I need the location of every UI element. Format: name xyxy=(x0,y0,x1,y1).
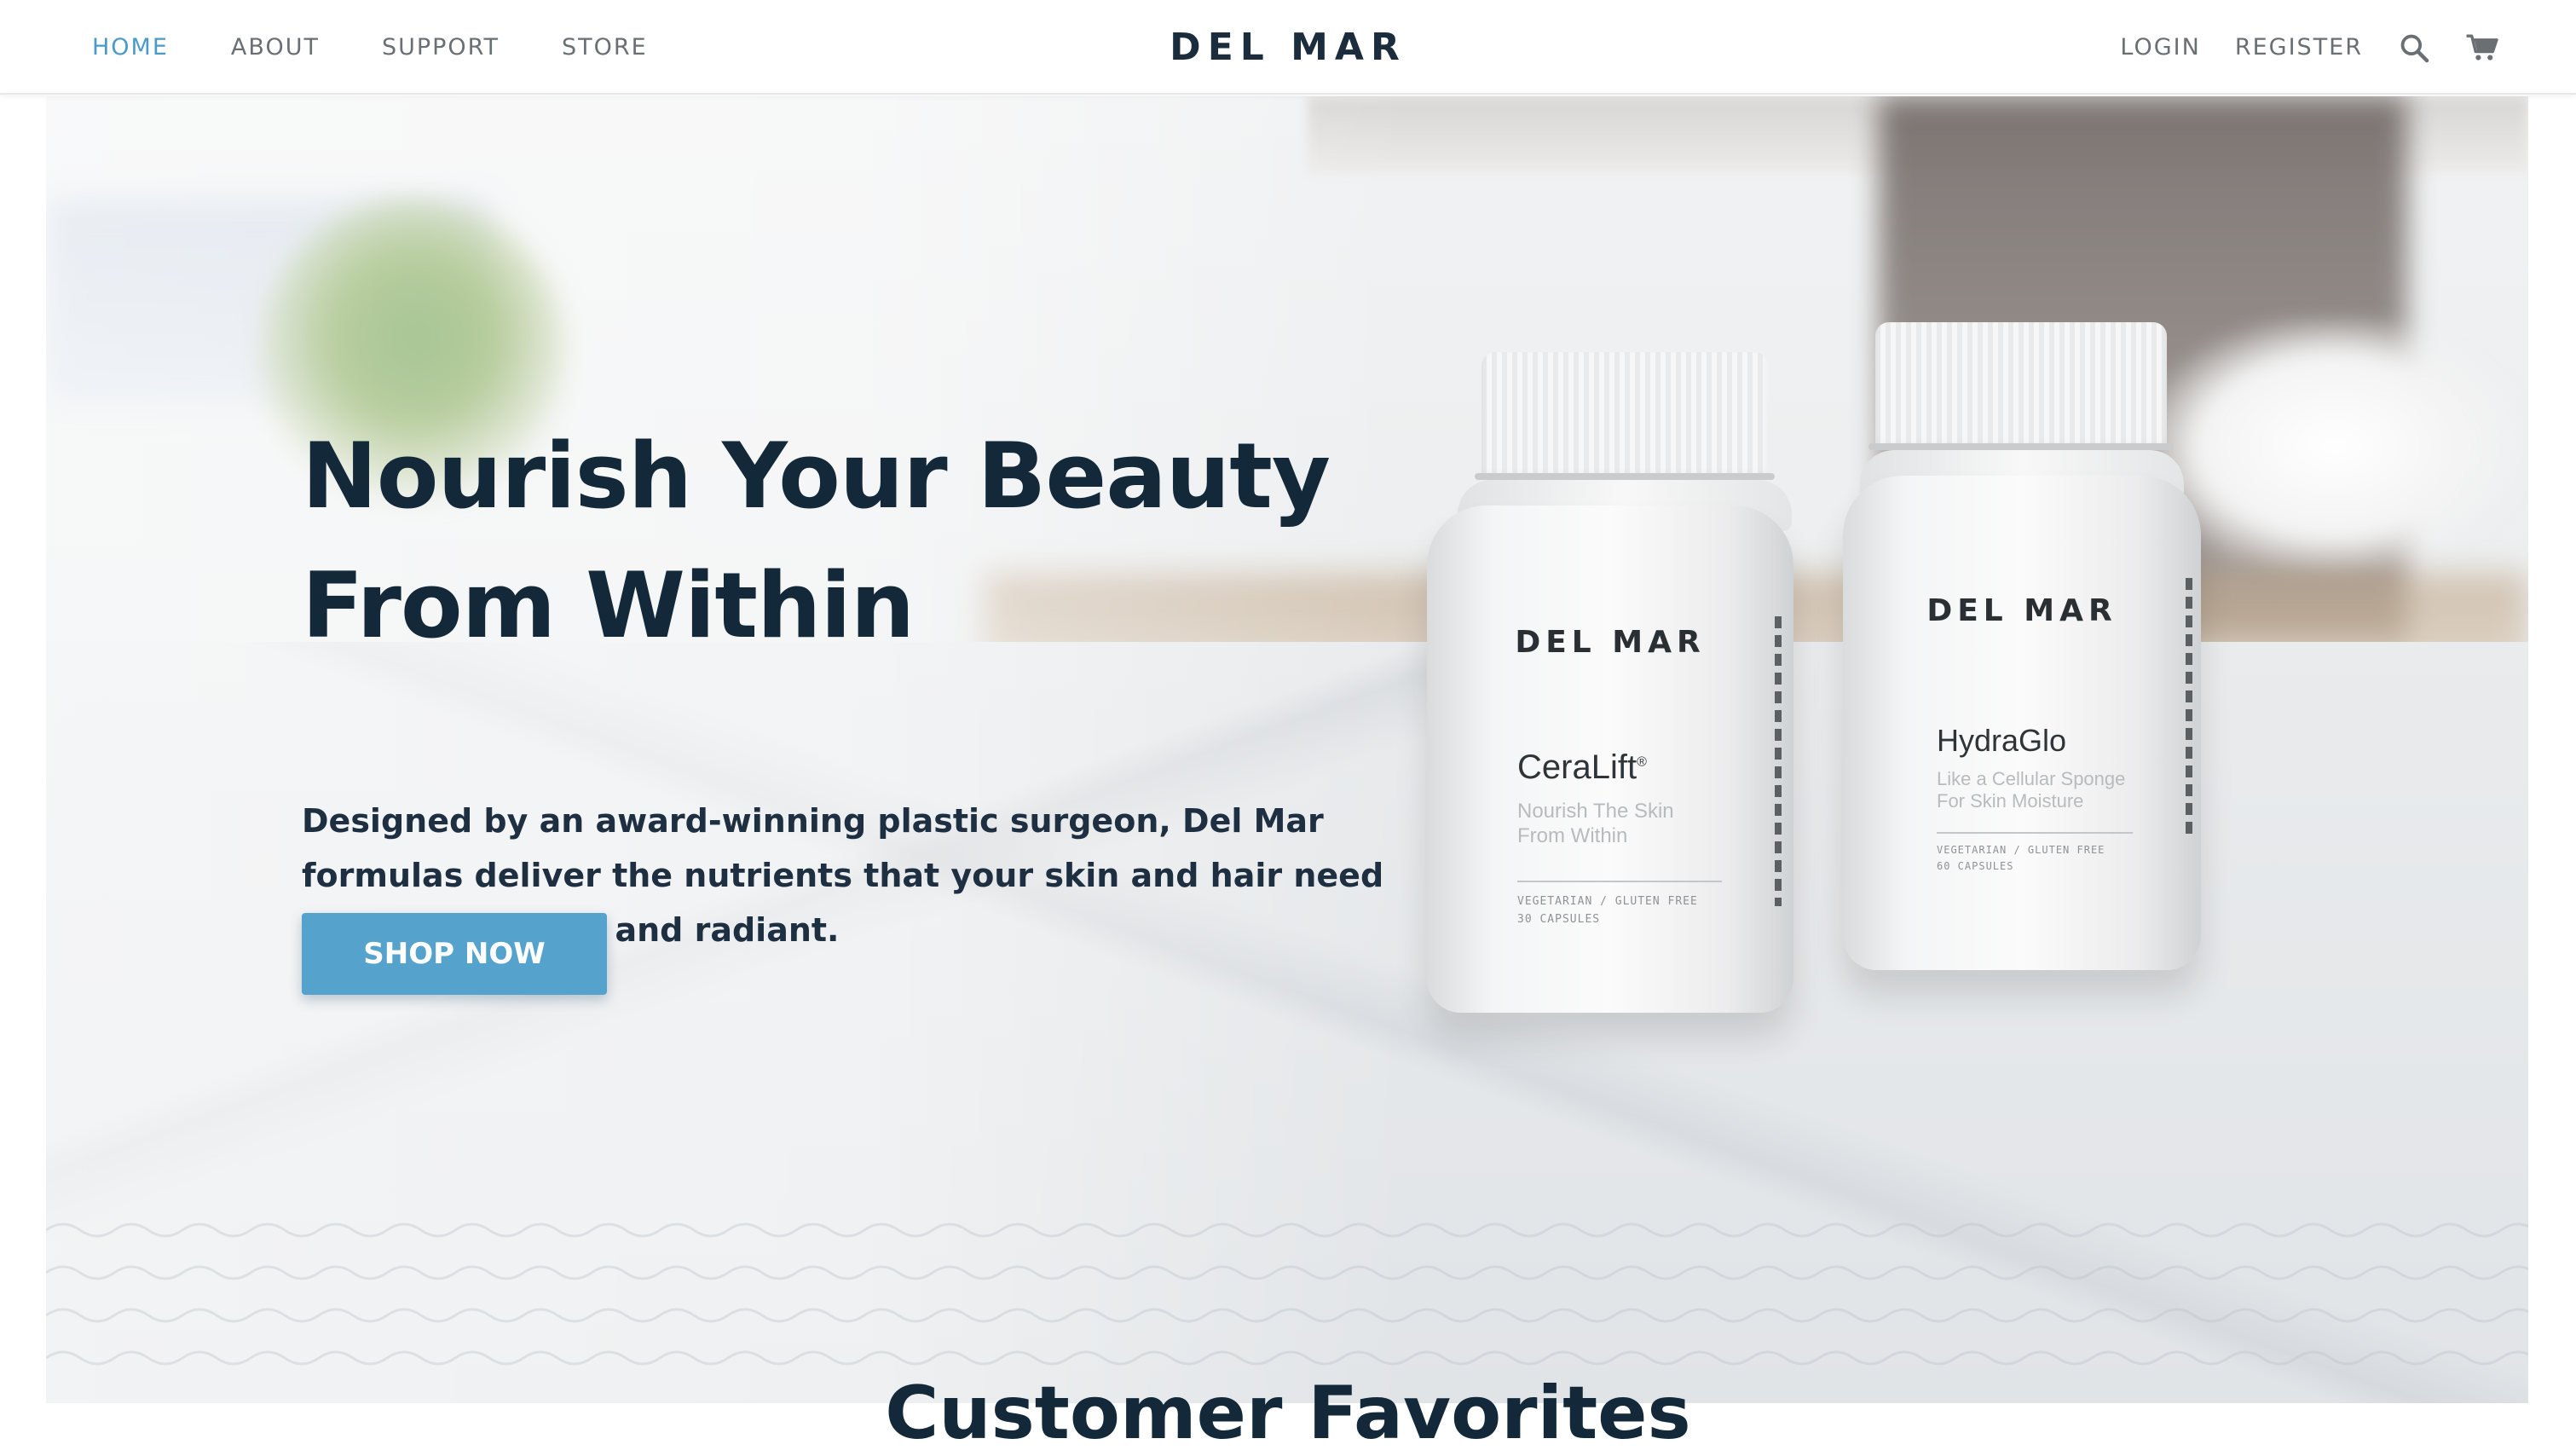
bottle-meta-line-1: VEGETARIAN / GLUTEN FREE xyxy=(1517,895,1698,908)
site-logo[interactable]: DEL MAR xyxy=(1170,26,1406,69)
product-name-text: CeraLift xyxy=(1517,748,1637,786)
bottle-meta-line-2: 60 CAPSULES xyxy=(1937,860,2014,873)
bottle-label-edge xyxy=(1775,616,1782,906)
bottle-cap xyxy=(1481,352,1768,480)
bottle-brand: DEL MAR xyxy=(1515,625,1706,660)
account-nav: LOGIN REGISTER xyxy=(2086,0,2499,95)
bottle-cap xyxy=(1875,322,2167,450)
site-header: HOME ABOUT SUPPORT STORE DEL MAR LOGIN R… xyxy=(0,0,2576,95)
nav-link-home[interactable]: HOME xyxy=(92,34,169,61)
product-bottle-ceralift[interactable]: DEL MAR CeraLift® Nourish The Skin From … xyxy=(1427,352,1793,1119)
register-link[interactable]: REGISTER xyxy=(2235,34,2363,61)
hero-title-line-2: From Within xyxy=(302,553,915,658)
cart-icon[interactable] xyxy=(2465,31,2499,65)
registered-mark: ® xyxy=(1637,754,1647,770)
bottle-divider xyxy=(1937,832,2133,834)
shop-now-button[interactable]: SHOP NOW xyxy=(302,913,607,995)
bottle-meta: VEGETARIAN / GLUTEN FREE 60 CAPSULES xyxy=(1937,842,2105,875)
bottle-meta: VEGETARIAN / GLUTEN FREE 30 CAPSULES xyxy=(1517,893,1698,929)
bottle-brand: DEL MAR xyxy=(1926,593,2117,628)
bottle-product-name: CeraLift® xyxy=(1517,748,1647,787)
bottle-divider xyxy=(1517,881,1722,882)
search-icon[interactable] xyxy=(2397,31,2431,65)
product-bottle-hydraglo[interactable]: DEL MAR HydraGlo Like a Cellular Sponge … xyxy=(1843,322,2201,1089)
bottle-tagline-line-2: From Within xyxy=(1517,823,1628,847)
bottle-product-name: HydraGlo xyxy=(1937,723,2067,758)
bottle-tagline-line-1: Nourish The Skin xyxy=(1517,800,1674,823)
customer-favorites-heading: Customer Favorites xyxy=(885,1371,1691,1456)
hero-title-line-1: Nourish Your Beauty xyxy=(302,424,1331,529)
bottle-meta-line-1: VEGETARIAN / GLUTEN FREE xyxy=(1937,844,2105,856)
bottle-tagline: Nourish The Skin From Within xyxy=(1517,800,1674,849)
hero-title: Nourish Your Beauty From Within xyxy=(302,412,1410,671)
bottle-cap-rim xyxy=(1868,443,2174,450)
bottle-tagline-line-2: For Skin Moisture xyxy=(1937,790,2084,812)
login-link[interactable]: LOGIN xyxy=(2120,34,2200,61)
bottle-tagline-line-1: Like a Cellular Sponge xyxy=(1937,768,2126,789)
bottle-meta-line-2: 30 CAPSULES xyxy=(1517,912,1601,926)
nav-link-store[interactable]: STORE xyxy=(562,34,648,61)
nav-link-about[interactable]: ABOUT xyxy=(231,34,320,61)
nav-link-support[interactable]: SUPPORT xyxy=(382,34,500,61)
primary-nav: HOME ABOUT SUPPORT STORE xyxy=(92,0,710,95)
bottle-tagline: Like a Cellular Sponge For Skin Moisture xyxy=(1937,768,2125,813)
bottle-cap-rim xyxy=(1475,473,1775,480)
hero-banner: Nourish Your Beauty From Within Designed… xyxy=(46,96,2528,1403)
